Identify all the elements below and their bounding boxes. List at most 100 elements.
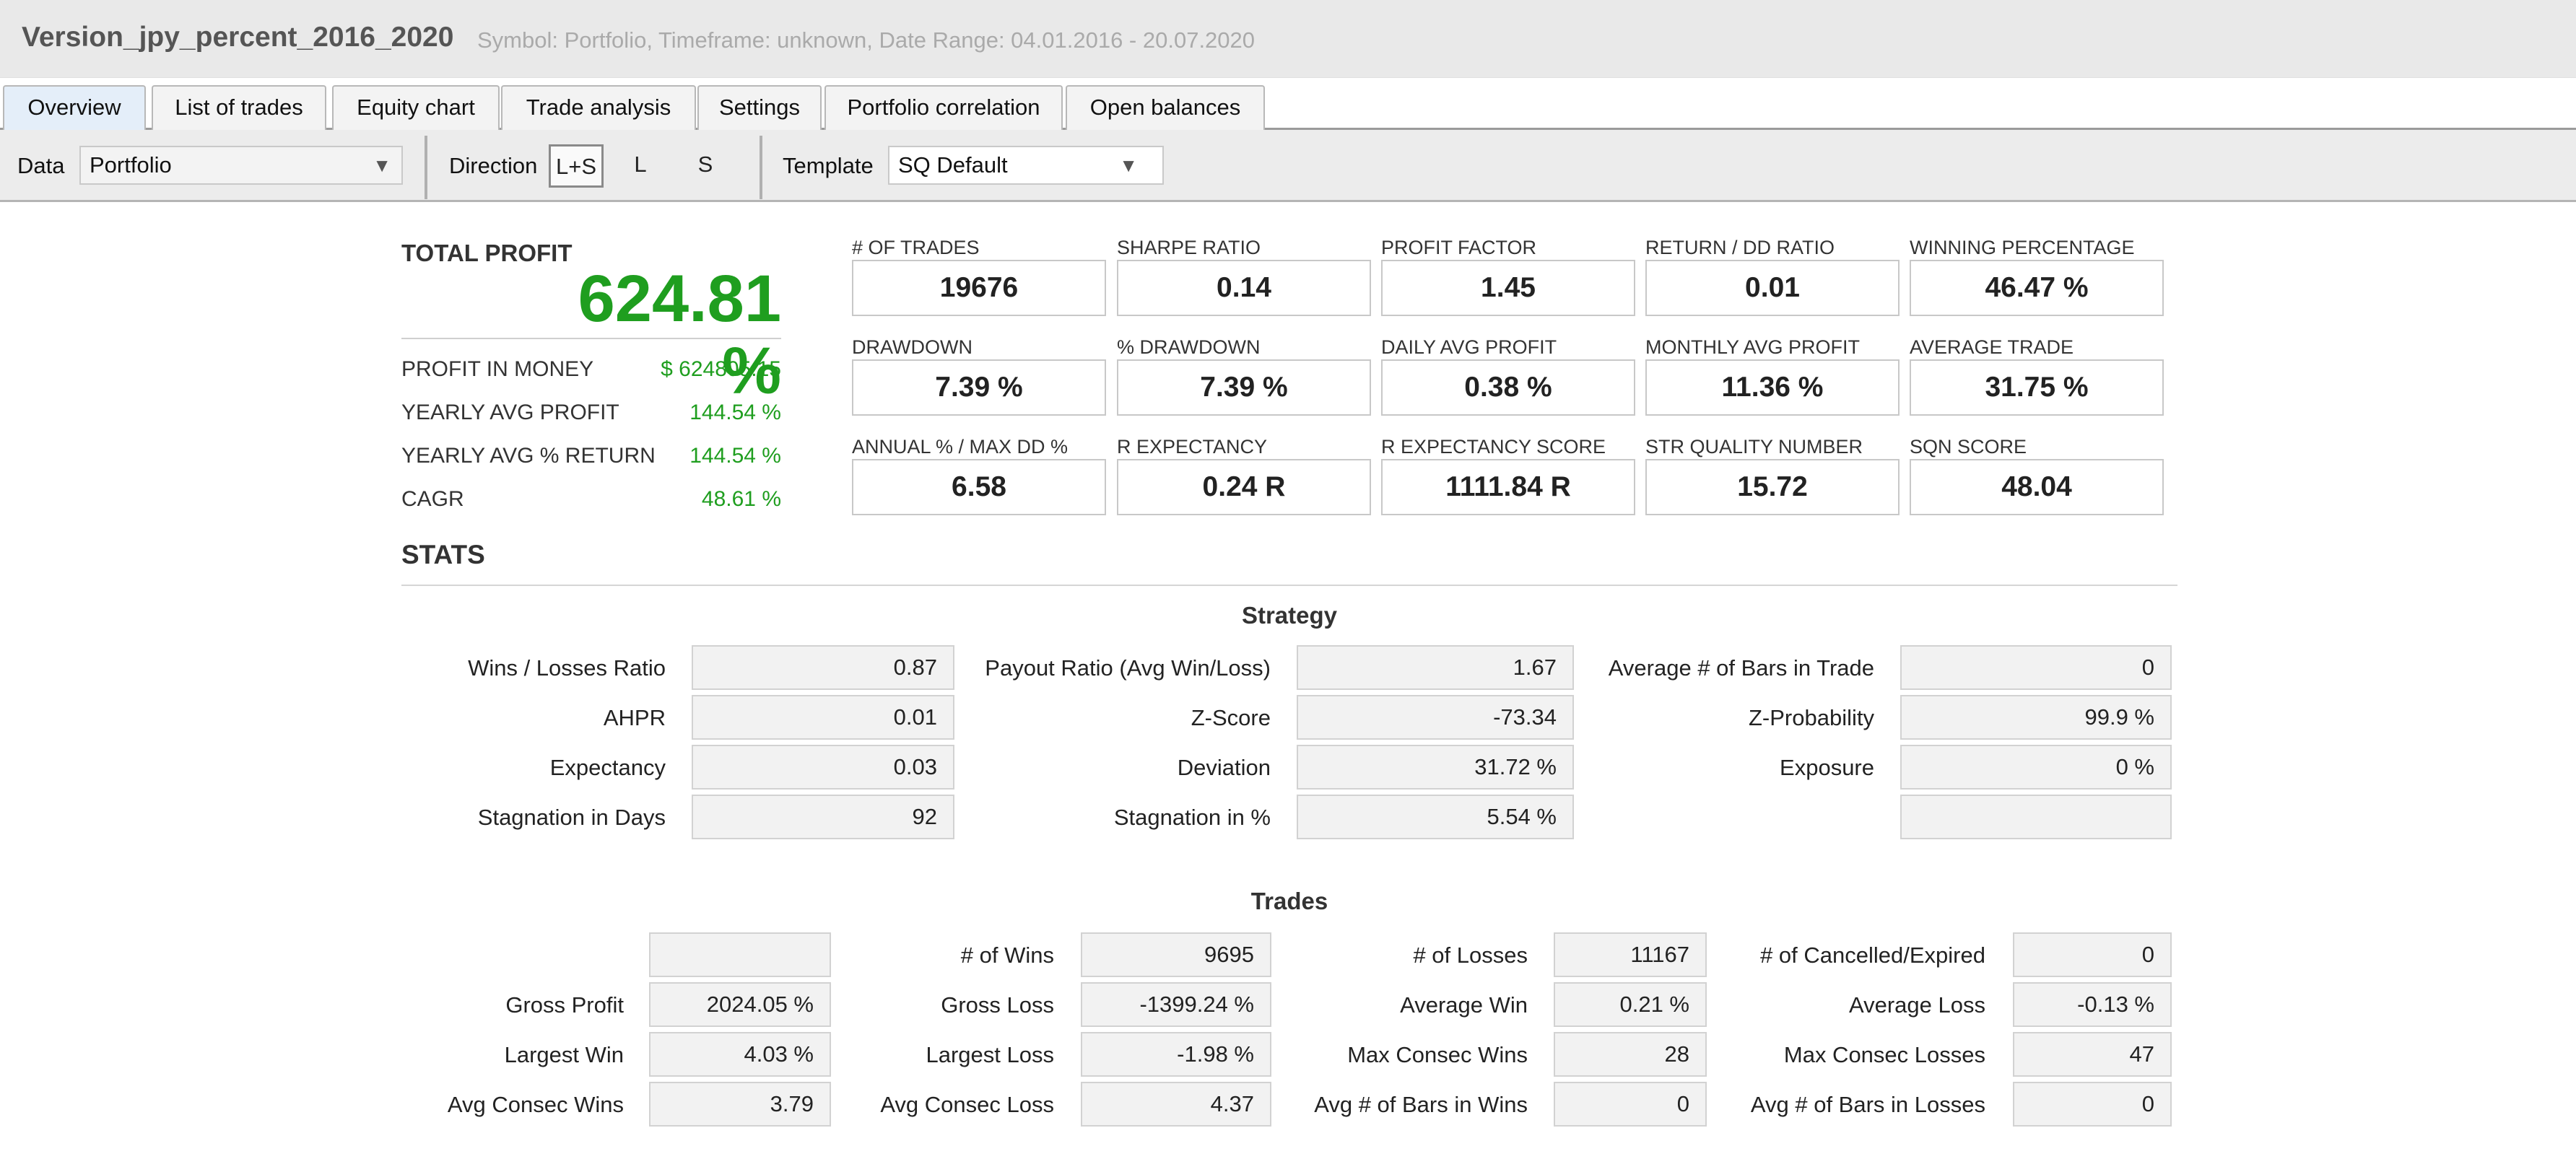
stat-label: Average # of Bars in Trade bbox=[1608, 655, 1874, 681]
metric-value: 0.24 R bbox=[1117, 459, 1371, 515]
stat-value: 0 bbox=[1554, 1082, 1707, 1127]
stat-value: 28 bbox=[1554, 1032, 1707, 1077]
stat-value: 47 bbox=[2013, 1032, 2172, 1077]
metric-label: SHARPE RATIO bbox=[1117, 237, 1261, 258]
metric-label: PROFIT FACTOR bbox=[1381, 237, 1537, 258]
stat-value: 0.87 bbox=[692, 645, 954, 690]
data-label: Data bbox=[17, 153, 65, 178]
direction-label: Direction bbox=[449, 153, 538, 178]
stats-title: STATS bbox=[401, 540, 485, 569]
stat-label: AHPR bbox=[603, 705, 666, 730]
metric-label: # OF TRADES bbox=[852, 237, 980, 258]
divider bbox=[401, 585, 2177, 586]
stat-value: 31.72 % bbox=[1297, 745, 1574, 790]
direction-s-button[interactable]: S bbox=[680, 144, 731, 188]
stat-label: # of Cancelled/Expired bbox=[1760, 942, 1985, 968]
stat-label: Average Loss bbox=[1849, 992, 1985, 1018]
stat-value: 0 bbox=[1900, 645, 2172, 690]
metric-value: 15.72 bbox=[1645, 459, 1900, 515]
toolbar-divider bbox=[760, 136, 762, 199]
stat-value: 92 bbox=[692, 795, 954, 839]
stat-label: Gross Profit bbox=[505, 992, 624, 1018]
metric-value: 1.45 bbox=[1381, 260, 1635, 316]
stat-value: 0.03 bbox=[692, 745, 954, 790]
chevron-down-icon: ▼ bbox=[373, 154, 391, 176]
metric-value: 31.75 % bbox=[1910, 359, 2164, 416]
direction-ls-button[interactable]: L+S bbox=[549, 144, 604, 188]
stat-label: # of Wins bbox=[960, 942, 1054, 968]
metric-value: 6.58 bbox=[852, 459, 1106, 515]
template-select[interactable]: SQ Default ▼ bbox=[888, 146, 1164, 185]
template-select-value: SQ Default bbox=[898, 152, 1008, 178]
trades-section-title: Trades bbox=[1250, 888, 1328, 914]
stat-label: Max Consec Wins bbox=[1347, 1042, 1528, 1067]
stat-label: Avg Consec Wins bbox=[447, 1092, 624, 1117]
stat-label: Deviation bbox=[1177, 755, 1271, 780]
metric-label: R EXPECTANCY bbox=[1117, 436, 1268, 458]
metric-label: RETURN / DD RATIO bbox=[1645, 237, 1835, 258]
stat-label: Avg # of Bars in Wins bbox=[1314, 1092, 1528, 1117]
stat-value: -73.34 bbox=[1297, 695, 1574, 740]
direction-l-button[interactable]: L bbox=[615, 144, 666, 188]
stat-label: Stagnation in Days bbox=[477, 805, 666, 830]
report-subtitle: Symbol: Portfolio, Timeframe: unknown, D… bbox=[477, 27, 1256, 53]
yearly-avg-return-value: 144.54 % bbox=[689, 444, 781, 468]
profit-in-money-label: PROFIT IN MONEY bbox=[401, 357, 594, 381]
cagr-label: CAGR bbox=[401, 487, 464, 511]
stat-value: 5.54 % bbox=[1297, 795, 1574, 839]
metric-label: WINNING PERCENTAGE bbox=[1910, 237, 2135, 258]
tab-list-of-trades[interactable]: List of trades bbox=[152, 85, 326, 130]
metric-label: MONTHLY AVG PROFIT bbox=[1645, 336, 1861, 358]
yearly-avg-profit-label: YEARLY AVG PROFIT bbox=[401, 401, 619, 424]
stat-value: 1.67 bbox=[1297, 645, 1574, 690]
stat-value: 4.37 bbox=[1081, 1082, 1271, 1127]
metric-label: STR QUALITY NUMBER bbox=[1645, 436, 1863, 458]
template-label: Template bbox=[783, 153, 874, 178]
stat-label: Largest Loss bbox=[926, 1042, 1055, 1067]
metric-label: SQN SCORE bbox=[1910, 436, 2027, 458]
stat-value: 0 bbox=[2013, 1082, 2172, 1127]
tab-settings[interactable]: Settings bbox=[697, 85, 822, 130]
stat-label: # of Losses bbox=[1413, 942, 1528, 968]
tab-bar: Overview List of trades Equity chart Tra… bbox=[0, 78, 2576, 130]
stat-label: Exposure bbox=[1780, 755, 1874, 780]
stat-label: Expectancy bbox=[549, 755, 666, 780]
stat-label: Max Consec Losses bbox=[1783, 1042, 1985, 1067]
metric-value: 7.39 % bbox=[852, 359, 1106, 416]
stat-value: -1.98 % bbox=[1081, 1032, 1271, 1077]
total-profit-value: 624.81 % bbox=[578, 262, 781, 408]
divider bbox=[401, 338, 781, 339]
metric-label: DAILY AVG PROFIT bbox=[1381, 336, 1557, 358]
strategy-section-title: Strategy bbox=[1241, 602, 1338, 629]
cagr-value: 48.61 % bbox=[701, 487, 781, 511]
metric-value: 19676 bbox=[852, 260, 1106, 316]
stat-value: -1399.24 % bbox=[1081, 982, 1271, 1027]
stat-value: 11167 bbox=[1554, 932, 1707, 977]
stat-value: 0.21 % bbox=[1554, 982, 1707, 1027]
tab-equity-chart[interactable]: Equity chart bbox=[332, 85, 500, 130]
stat-value: 4.03 % bbox=[649, 1032, 831, 1077]
data-select[interactable]: Portfolio ▼ bbox=[79, 146, 403, 185]
stat-value bbox=[1900, 795, 2172, 839]
title-bar: Version_jpy_percent_2016_2020 Symbol: Po… bbox=[0, 0, 2576, 78]
stat-value: 0 % bbox=[1900, 745, 2172, 790]
yearly-avg-profit-value: 144.54 % bbox=[689, 401, 781, 424]
metric-label: ANNUAL % / MAX DD % bbox=[852, 436, 1069, 458]
metric-label: % DRAWDOWN bbox=[1117, 336, 1261, 358]
metric-value: 0.01 bbox=[1645, 260, 1900, 316]
tab-trade-analysis[interactable]: Trade analysis bbox=[501, 85, 696, 130]
tab-open-balances[interactable]: Open balances bbox=[1066, 85, 1265, 130]
tab-overview[interactable]: Overview bbox=[3, 85, 146, 130]
data-select-value: Portfolio bbox=[90, 152, 172, 178]
stat-label: Avg # of Bars in Losses bbox=[1750, 1092, 1985, 1117]
tab-portfolio-correlation[interactable]: Portfolio correlation bbox=[824, 85, 1063, 130]
toolbar: Data Portfolio ▼ Direction L+S L S Templ… bbox=[0, 130, 2576, 202]
stat-label: Wins / Losses Ratio bbox=[468, 655, 666, 681]
stat-label: Stagnation in % bbox=[1113, 805, 1271, 830]
stat-label: Average Win bbox=[1400, 992, 1528, 1018]
yearly-avg-return-label: YEARLY AVG % RETURN bbox=[401, 444, 656, 468]
stat-label: Z-Score bbox=[1191, 705, 1271, 730]
metric-value: 46.47 % bbox=[1910, 260, 2164, 316]
stat-value bbox=[649, 932, 831, 977]
metric-value: 1111.84 R bbox=[1381, 459, 1635, 515]
